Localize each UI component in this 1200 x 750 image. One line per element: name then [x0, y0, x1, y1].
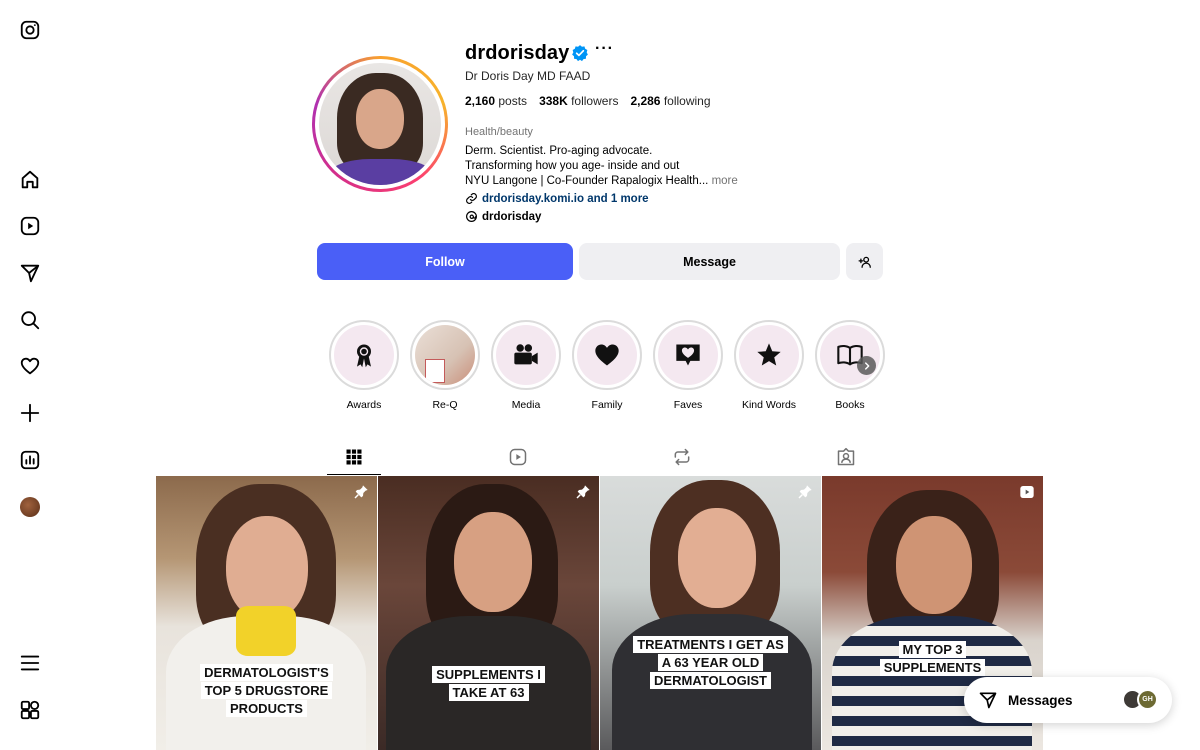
profile-picture[interactable] — [312, 56, 448, 192]
bio-more-link[interactable]: more — [712, 175, 738, 187]
link-icon — [466, 193, 477, 204]
create-plus-icon[interactable] — [19, 402, 41, 424]
award-ribbon-icon — [357, 344, 371, 368]
avatar — [20, 497, 40, 517]
active-tab-indicator — [327, 474, 381, 475]
search-icon[interactable] — [19, 309, 41, 331]
profile-stats: 2,160 posts 338K followers 2,286 followi… — [465, 94, 711, 108]
message-button[interactable]: Message — [579, 243, 840, 280]
highlight-kind-words[interactable]: Kind Words — [734, 320, 804, 411]
post-caption: Supplements I take at 63 — [378, 666, 599, 702]
pin-icon — [575, 484, 591, 500]
avatar: GH — [1137, 689, 1158, 710]
profile-photo — [319, 63, 441, 185]
chevron-right-icon — [864, 361, 869, 370]
tab-tagged[interactable] — [835, 446, 857, 468]
messages-avatars: GH — [1122, 689, 1158, 710]
reels-icon — [509, 448, 527, 466]
following-stat[interactable]: 2,286 following — [630, 94, 710, 108]
highlight-family[interactable]: Family — [572, 320, 642, 411]
direct-messages-icon — [979, 692, 997, 709]
reels-icon[interactable] — [19, 215, 41, 237]
tab-posts[interactable] — [343, 446, 365, 468]
left-nav — [0, 0, 60, 750]
tagged-person-icon — [837, 447, 855, 466]
verified-badge-icon — [572, 45, 588, 62]
tab-reels[interactable] — [507, 446, 529, 468]
follow-button[interactable]: Follow — [317, 243, 573, 280]
options-more-icon[interactable]: ··· — [595, 40, 614, 58]
post-caption: My top 3 supplements — [822, 641, 1043, 677]
highlight-thumbnail — [415, 325, 475, 385]
profile-avatar-icon[interactable] — [19, 496, 41, 518]
post-caption: Dermatologist's top 5 drugstore products — [156, 664, 377, 718]
highlight-awards[interactable]: Awards — [329, 320, 399, 411]
video-camera-icon — [514, 344, 538, 365]
direct-messages-icon[interactable] — [19, 262, 41, 284]
profile-full-name: Dr Doris Day MD FAAD — [465, 69, 591, 83]
reel-icon — [1019, 484, 1035, 500]
post-caption: Treatments I get as a 63 year old dermat… — [600, 636, 821, 690]
highlight-faves[interactable]: Faves — [653, 320, 723, 411]
profile-link[interactable]: drdorisday.komi.io and 1 more — [465, 192, 649, 205]
highlights-next-button[interactable] — [857, 356, 876, 375]
profile-category: Health/beauty — [465, 126, 533, 138]
home-icon[interactable] — [19, 169, 41, 191]
repost-icon — [674, 448, 690, 466]
also-from-meta-icon[interactable] — [19, 699, 41, 721]
insights-icon[interactable] — [19, 449, 41, 471]
heart-icon — [595, 344, 619, 366]
highlight-re-q[interactable]: Re-Q — [410, 320, 480, 411]
post-tile[interactable]: Dermatologist's top 5 drugstore products — [156, 476, 377, 750]
profile-username: drdorisday — [465, 42, 570, 64]
notifications-heart-icon[interactable] — [19, 355, 41, 377]
heart-message-icon — [676, 344, 700, 366]
star-icon — [757, 343, 781, 366]
threads-link[interactable]: drdorisday — [465, 210, 541, 223]
tab-reposts[interactable] — [671, 446, 693, 468]
more-menu-icon[interactable] — [19, 652, 41, 674]
messages-label: Messages — [1008, 692, 1073, 708]
profile-bio: Derm. Scientist. Pro-aging advocate. Tra… — [465, 145, 738, 187]
threads-icon — [466, 211, 477, 222]
post-tile[interactable]: Treatments I get as a 63 year old dermat… — [600, 476, 821, 750]
post-tile[interactable]: Supplements I take at 63 — [378, 476, 599, 750]
suggested-users-button[interactable] — [846, 243, 883, 280]
highlight-media[interactable]: Media — [491, 320, 561, 411]
add-person-icon — [858, 256, 871, 268]
grid-icon — [346, 449, 362, 465]
instagram-logo-icon[interactable] — [19, 19, 41, 41]
posts-stat: 2,160 posts — [465, 94, 528, 108]
messages-pill[interactable]: Messages GH — [964, 677, 1172, 723]
pin-icon — [353, 484, 369, 500]
followers-stat[interactable]: 338K followers — [539, 94, 618, 108]
pin-icon — [797, 484, 813, 500]
